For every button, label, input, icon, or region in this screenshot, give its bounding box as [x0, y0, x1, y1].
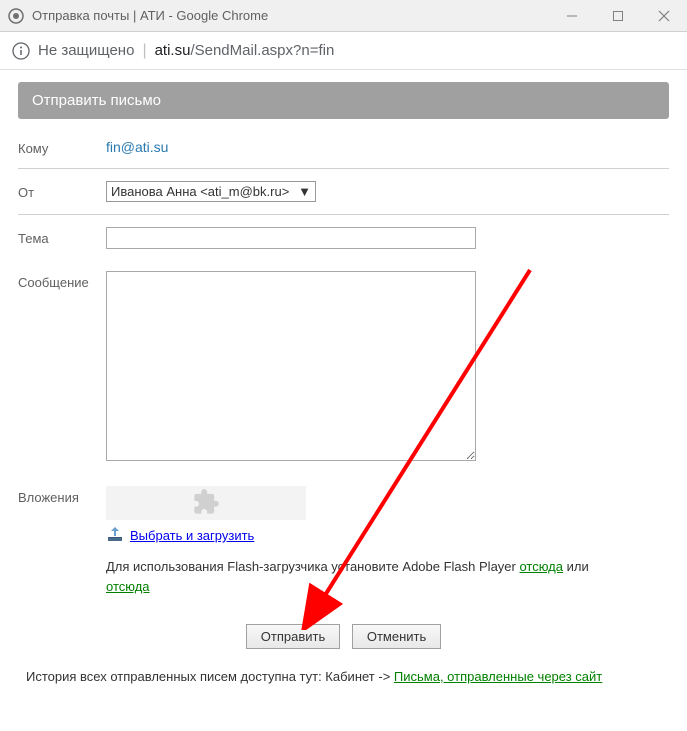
subject-label: Тема — [18, 227, 106, 253]
insecure-label: Не защищено — [38, 42, 134, 59]
flash-link-2[interactable]: отсюда — [106, 579, 150, 594]
puzzle-icon — [192, 488, 220, 519]
url-text[interactable]: ati.su/SendMail.aspx?n=fin — [155, 42, 335, 59]
flash-placeholder — [106, 486, 306, 520]
url-separator: | — [142, 42, 146, 60]
chevron-down-icon: ▼ — [292, 184, 311, 199]
subject-input[interactable] — [106, 227, 476, 249]
flash-install-text: Для использования Flash-загрузчика устан… — [106, 557, 669, 596]
from-select[interactable]: Иванова Анна <ati_m@bk.ru> ▼ — [106, 181, 316, 202]
history-text: История всех отправленных писем доступна… — [18, 669, 669, 684]
cancel-button[interactable]: Отменить — [352, 624, 441, 649]
close-button[interactable] — [641, 0, 687, 32]
url-bar: Не защищено | ati.su/SendMail.aspx?n=fin — [0, 32, 687, 70]
history-link[interactable]: Письма, отправленные через сайт — [394, 669, 602, 684]
app-icon — [8, 8, 24, 24]
minimize-button[interactable] — [549, 0, 595, 32]
page-header: Отправить письмо — [18, 82, 669, 119]
upload-icon — [106, 526, 124, 545]
maximize-button[interactable] — [595, 0, 641, 32]
submit-button[interactable]: Отправить — [246, 624, 340, 649]
from-label: От — [18, 181, 106, 202]
window-titlebar: Отправка почты | АТИ - Google Chrome — [0, 0, 687, 32]
select-upload-link[interactable]: Выбрать и загрузить — [130, 528, 254, 543]
message-label: Сообщение — [18, 271, 106, 464]
info-icon[interactable] — [12, 42, 30, 60]
to-email: fin@ati.su — [106, 137, 168, 155]
to-label: Кому — [18, 137, 106, 156]
flash-link-1[interactable]: отсюда — [519, 559, 563, 574]
window-controls — [549, 0, 687, 32]
attachments-label: Вложения — [18, 486, 106, 505]
message-textarea[interactable] — [106, 271, 476, 461]
window-title: Отправка почты | АТИ - Google Chrome — [32, 8, 549, 23]
